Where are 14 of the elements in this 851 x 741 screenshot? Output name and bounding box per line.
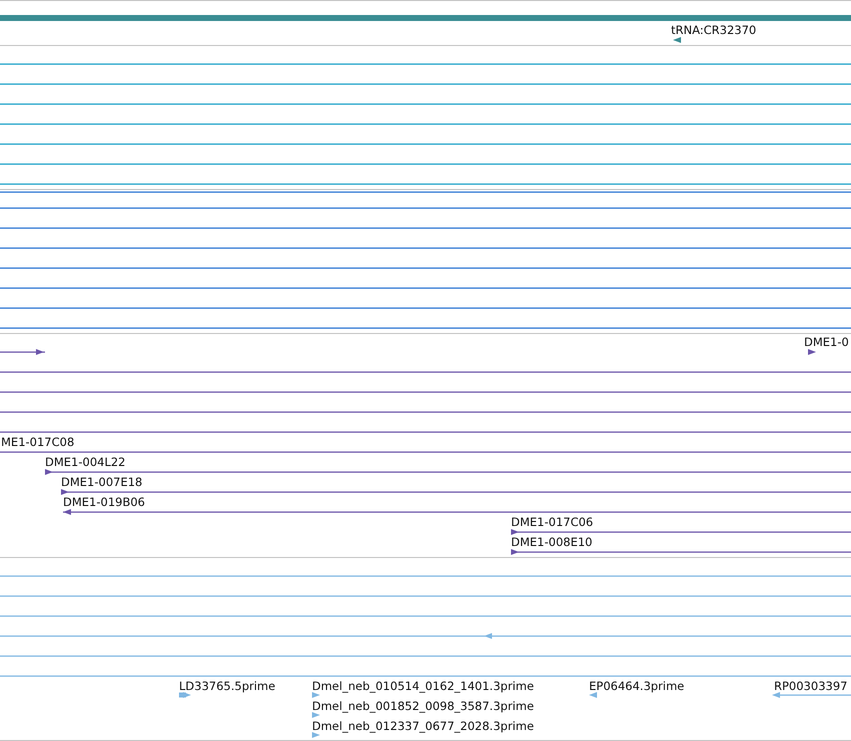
- feature-label: Dmel_neb_012337_0677_2028.3prime: [312, 719, 534, 733]
- feature-label: DME1-019B06: [63, 495, 145, 509]
- feature-label: tRNA:CR32370: [671, 23, 756, 37]
- feature-label: DME1-008E10: [511, 535, 592, 549]
- feature-label: ME1-017C08: [1, 435, 74, 449]
- feature-label: RP00303397: [774, 679, 848, 693]
- feature-label: DME1-017C06: [511, 515, 594, 529]
- feature-label: Dmel_neb_001852_0098_3587.3prime: [312, 699, 534, 713]
- feature-label: DME1-007E18: [61, 475, 142, 489]
- feature-label: DME1-0: [804, 335, 849, 349]
- feature-label: EP06464.3prime: [589, 679, 684, 693]
- feature-label: DME1-004L22: [45, 455, 126, 469]
- feature-label: LD33765.5prime: [179, 679, 276, 693]
- feature-label: Dmel_neb_010514_0162_1401.3prime: [312, 679, 534, 693]
